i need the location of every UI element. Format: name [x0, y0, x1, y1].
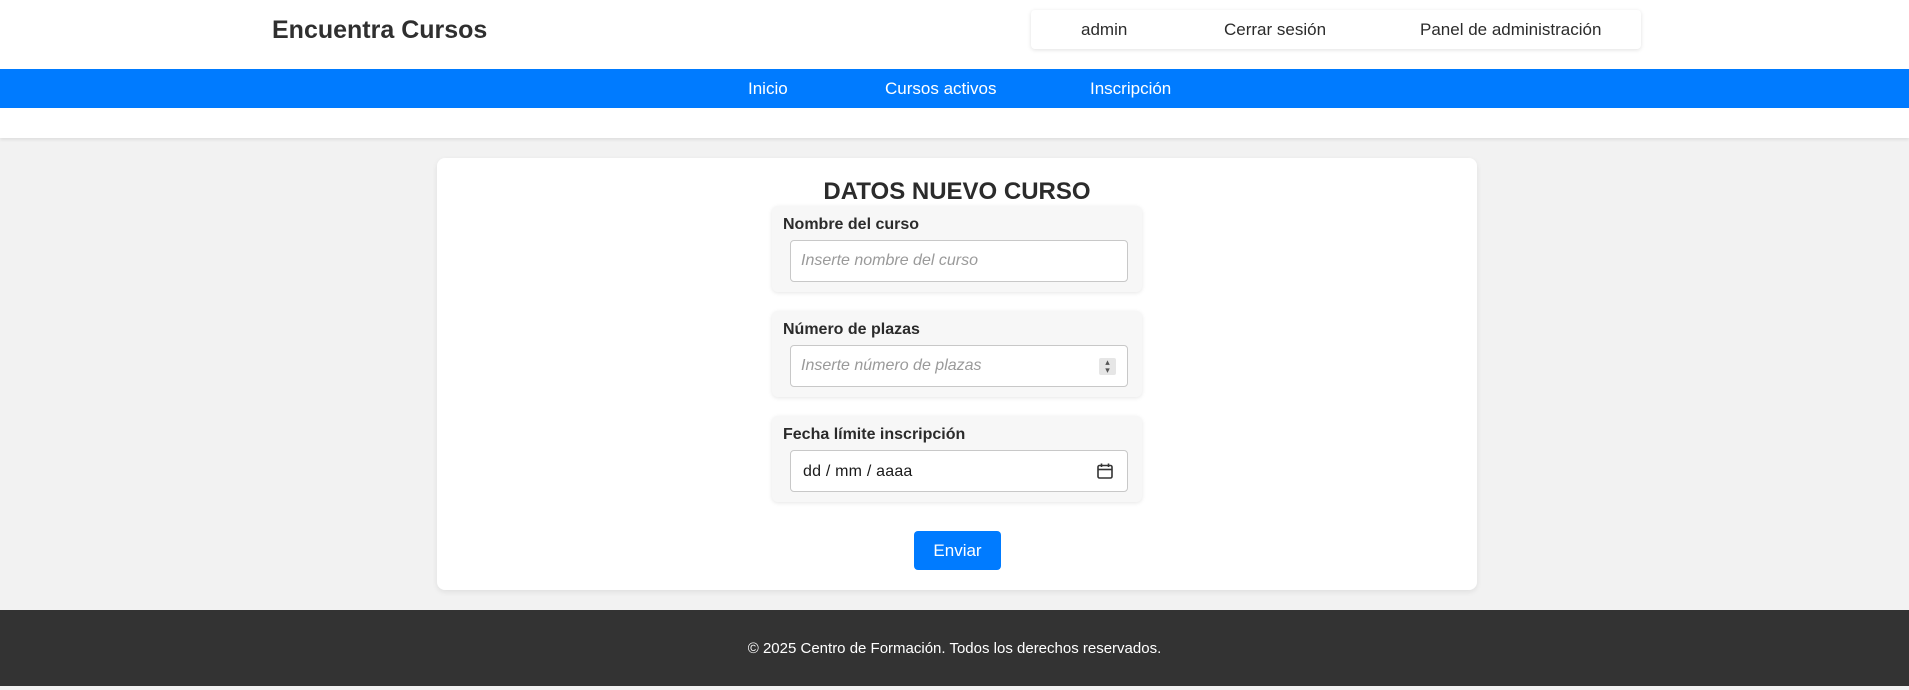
user-menu: admin Cerrar sesión Panel de administrac…	[1031, 10, 1641, 49]
date-format-text: dd / mm / aaaa	[803, 463, 913, 480]
course-name-group: Nombre del curso	[772, 206, 1142, 292]
brand-title[interactable]: Encuentra Cursos	[272, 16, 487, 45]
seats-input[interactable]	[791, 346, 1127, 386]
calendar-icon[interactable]	[1096, 462, 1114, 480]
seats-group: Número de plazas ▴▾	[772, 311, 1142, 397]
nav-item-cursos-activos[interactable]: Cursos activos	[885, 79, 996, 99]
submit-button[interactable]: Enviar	[914, 531, 1001, 570]
new-course-card: DATOS NUEVO CURSO Nombre del curso Númer…	[437, 158, 1477, 590]
seats-label: Número de plazas	[783, 321, 920, 338]
nav-item-inicio[interactable]: Inicio	[748, 79, 788, 99]
course-name-label: Nombre del curso	[783, 216, 920, 233]
admin-panel-link[interactable]: Panel de administración	[1420, 20, 1601, 40]
spinner-arrows-icon[interactable]: ▴ ▾	[1099, 358, 1116, 375]
seats-field-box: ▴▾	[790, 345, 1128, 387]
deadline-group: Fecha límite inscripción dd / mm / aaaa	[772, 416, 1142, 502]
logout-link[interactable]: Cerrar sesión	[1224, 20, 1326, 40]
site-footer: © 2025 Centro de Formación. Todos los de…	[0, 610, 1909, 686]
course-name-field-box	[790, 240, 1128, 282]
footer-copyright: © 2025 Centro de Formación. Todos los de…	[747, 640, 1162, 657]
site-header: Encuentra Cursos admin Cerrar sesión Pan…	[0, 0, 1909, 69]
form-title: DATOS NUEVO CURSO	[823, 178, 1091, 205]
deadline-label: Fecha límite inscripción	[783, 426, 966, 443]
course-name-input[interactable]	[791, 241, 1127, 281]
nav-item-inscripcion[interactable]: Inscripción	[1090, 79, 1171, 99]
deadline-date-input[interactable]: dd / mm / aaaa	[790, 450, 1128, 492]
user-link-admin[interactable]: admin	[1081, 20, 1127, 40]
main-nav: Inicio Cursos activos Inscripción	[0, 69, 1909, 108]
sub-bar	[0, 108, 1909, 138]
